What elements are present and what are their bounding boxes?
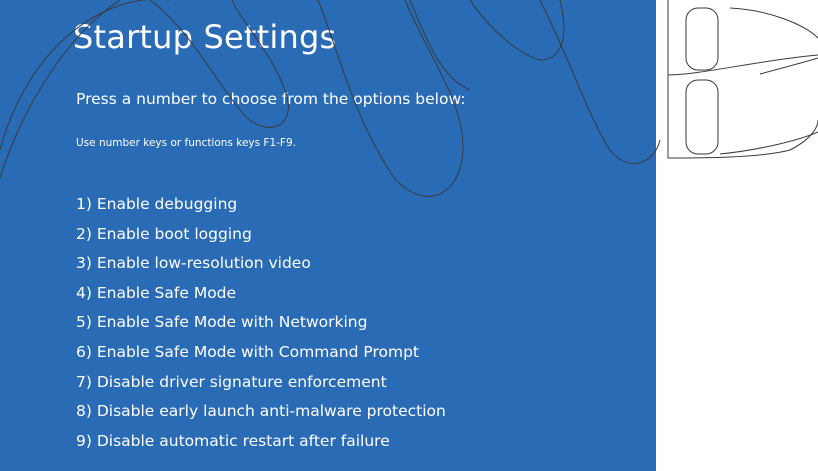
- watermark-b-lower-arm: [759, 57, 818, 75]
- option-enable-boot-logging[interactable]: 2) Enable boot logging: [76, 220, 446, 250]
- option-disable-auto-restart[interactable]: 9) Disable automatic restart after failu…: [76, 427, 446, 457]
- watermark-b-upper-arm: [729, 7, 818, 39]
- watermark-b-upper-counter: [685, 7, 719, 71]
- option-enable-debugging[interactable]: 1) Enable debugging: [76, 190, 446, 220]
- watermark-b-lower-counter: [685, 79, 719, 155]
- option-safe-mode-networking[interactable]: 5) Enable Safe Mode with Networking: [76, 308, 446, 338]
- startup-options-list: 1) Enable debugging 2) Enable boot loggi…: [76, 190, 446, 456]
- watermark-letter-b: [667, 0, 818, 159]
- option-enable-low-resolution-video[interactable]: 3) Enable low-resolution video: [76, 249, 446, 279]
- startup-settings-screen: Startup Settings Press a number to choos…: [0, 0, 656, 471]
- option-disable-early-launch-antimalware[interactable]: 8) Disable early launch anti-malware pro…: [76, 397, 446, 427]
- option-enable-safe-mode[interactable]: 4) Enable Safe Mode: [76, 279, 446, 309]
- option-disable-driver-signature[interactable]: 7) Disable driver signature enforcement: [76, 368, 446, 398]
- key-hint-text: Use number keys or functions keys F1-F9.: [76, 137, 296, 149]
- option-safe-mode-command-prompt[interactable]: 6) Enable Safe Mode with Command Prompt: [76, 338, 446, 368]
- watermark-b-bottom-arm: [719, 131, 818, 155]
- instruction-text: Press a number to choose from the option…: [76, 90, 466, 108]
- page-title: Startup Settings: [73, 18, 337, 56]
- screenshot-canvas: Startup Settings Press a number to choos…: [0, 0, 818, 471]
